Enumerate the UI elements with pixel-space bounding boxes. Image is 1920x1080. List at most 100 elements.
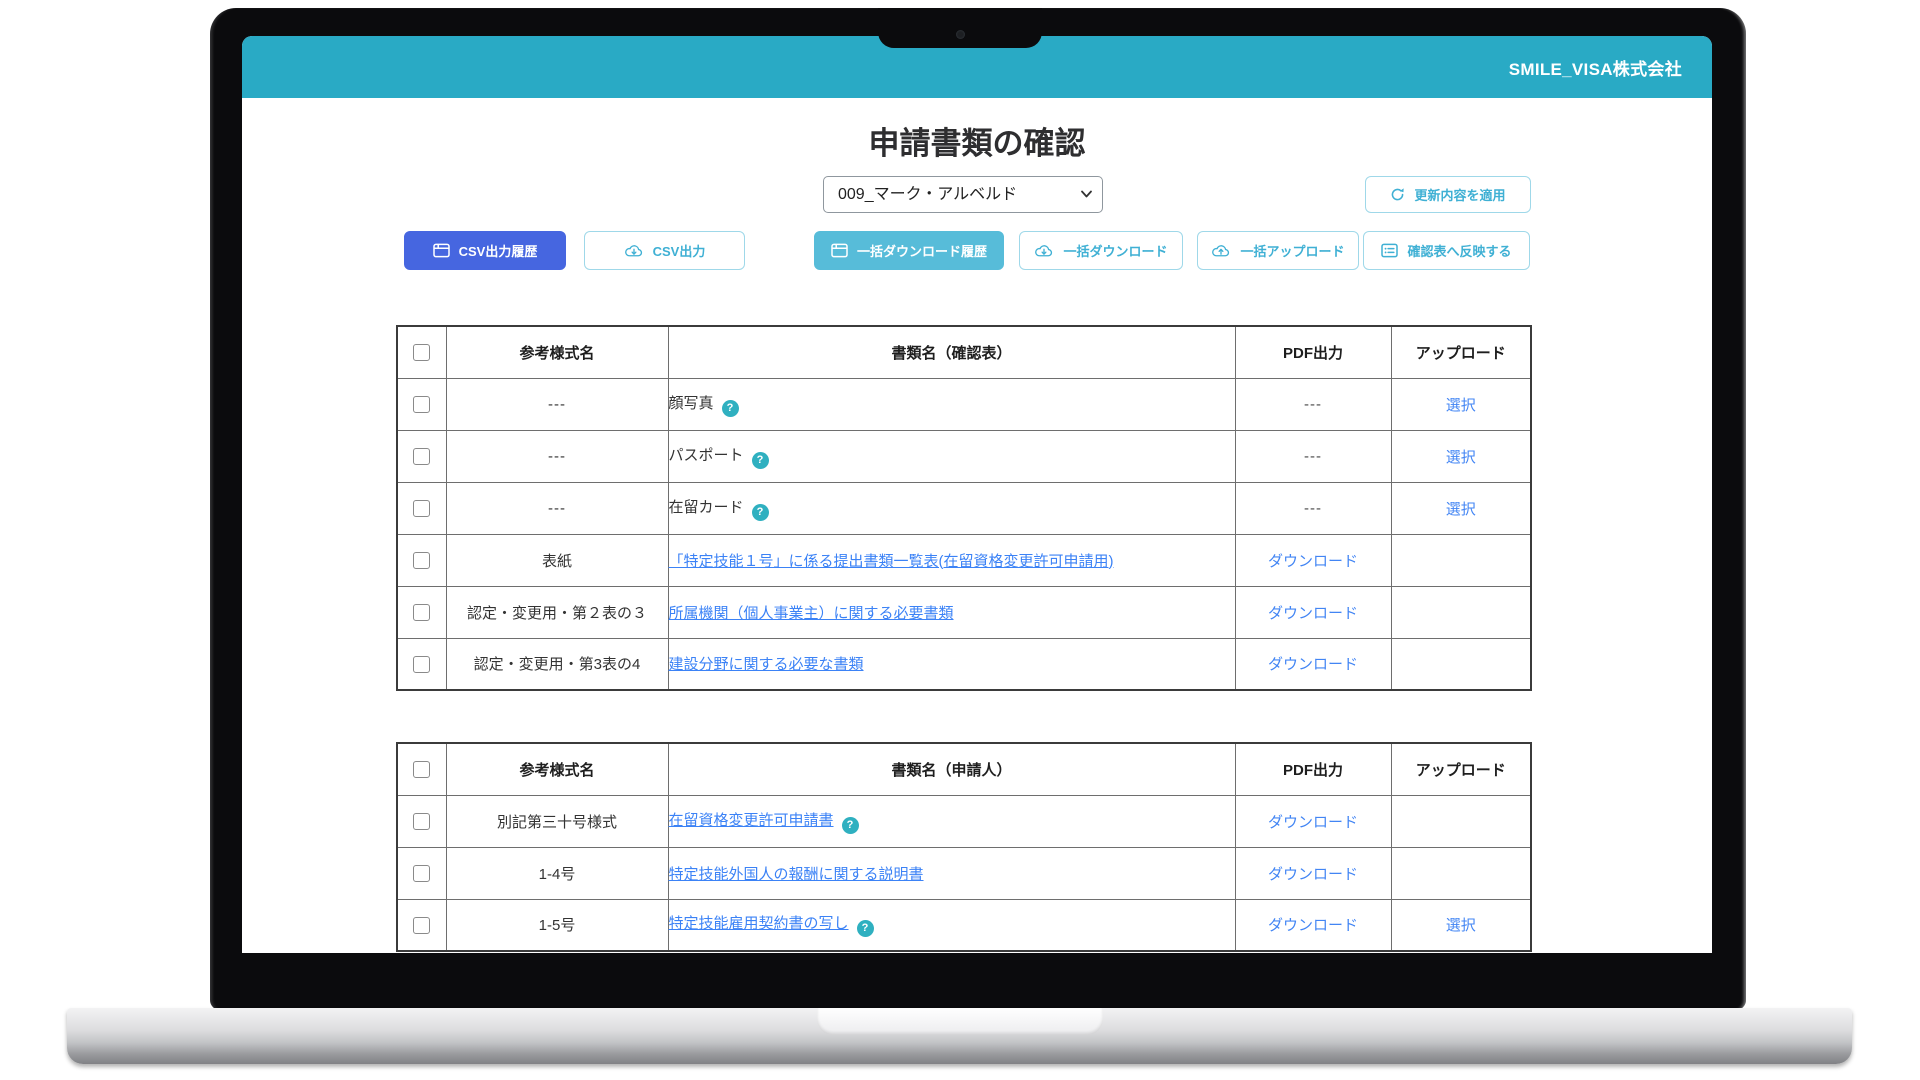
upload-cell bbox=[1391, 638, 1531, 690]
row-checkbox-cell bbox=[397, 534, 446, 586]
refresh-icon bbox=[1390, 187, 1405, 202]
page-title: 申請書類の確認 bbox=[242, 118, 1712, 163]
window-icon bbox=[433, 243, 450, 258]
document-name: 顔写真 bbox=[669, 395, 714, 412]
row-checkbox[interactable] bbox=[413, 396, 430, 413]
form-name-cell: 1-4号 bbox=[446, 847, 668, 899]
laptop-base bbox=[67, 1008, 1852, 1064]
select-all-checkbox[interactable] bbox=[413, 761, 430, 778]
csv-output-history-label: CSV出力履歴 bbox=[459, 241, 538, 260]
pdf-output-cell: ダウンロード bbox=[1235, 638, 1391, 690]
help-icon[interactable]: ? bbox=[752, 504, 769, 521]
row-checkbox[interactable] bbox=[413, 656, 430, 673]
batch-download-button[interactable]: 一括ダウンロード bbox=[1019, 231, 1183, 270]
column-header: アップロード bbox=[1391, 743, 1531, 795]
pdf-output-cell: --- bbox=[1235, 482, 1391, 534]
pdf-none: --- bbox=[1304, 500, 1322, 517]
column-header: PDF出力 bbox=[1235, 743, 1391, 795]
row-checkbox[interactable] bbox=[413, 917, 430, 934]
help-icon[interactable]: ? bbox=[857, 920, 874, 937]
column-header: 書類名（確認表） bbox=[668, 326, 1235, 378]
table-row: ---在留カード?---選択 bbox=[397, 482, 1531, 534]
csv-output-history-button[interactable]: CSV出力履歴 bbox=[404, 231, 566, 270]
pdf-output-cell: ダウンロード bbox=[1235, 586, 1391, 638]
pdf-output-cell: ダウンロード bbox=[1235, 795, 1391, 847]
screenshot-stage: SMILE_VISA株式会社 申請書類の確認 009_マーク・アルベルド 更新内… bbox=[0, 0, 1920, 1080]
table-row: 1-4号特定技能外国人の報酬に関する説明書 ダウンロード bbox=[397, 847, 1531, 899]
table-row: 認定・変更用・第２表の３所属機関（個人事業主）に関する必要書類 ダウンロード bbox=[397, 586, 1531, 638]
applicant-select[interactable]: 009_マーク・アルベルド bbox=[823, 176, 1103, 213]
webcam-icon bbox=[956, 30, 965, 39]
select-file-link[interactable]: 選択 bbox=[1446, 501, 1476, 518]
row-checkbox-cell bbox=[397, 378, 446, 430]
row-checkbox-cell bbox=[397, 638, 446, 690]
document-name-link[interactable]: 在留資格変更許可申請書 bbox=[669, 812, 834, 829]
reflect-to-checklist-label: 確認表へ反映する bbox=[1407, 241, 1511, 260]
select-file-link[interactable]: 選択 bbox=[1446, 917, 1476, 934]
select-file-link[interactable]: 選択 bbox=[1446, 449, 1476, 466]
batch-upload-label: 一括アップロード bbox=[1240, 241, 1344, 260]
help-icon[interactable]: ? bbox=[722, 400, 739, 417]
documents-table-applicant: 参考様式名書類名（申請人）PDF出力アップロード別記第三十号様式在留資格変更許可… bbox=[396, 742, 1532, 952]
help-icon[interactable]: ? bbox=[752, 452, 769, 469]
csv-output-button[interactable]: CSV出力 bbox=[584, 231, 745, 270]
document-name-cell: 「特定技能１号」に係る提出書類一覧表(在留資格変更許可申請用) bbox=[668, 534, 1235, 586]
upload-cell: 選択 bbox=[1391, 899, 1531, 951]
download-link[interactable]: ダウンロード bbox=[1268, 814, 1358, 831]
company-name: SMILE_VISA株式会社 bbox=[1509, 55, 1682, 80]
laptop-notch bbox=[878, 8, 1042, 48]
pdf-output-cell: --- bbox=[1235, 430, 1391, 482]
row-checkbox[interactable] bbox=[413, 813, 430, 830]
download-link[interactable]: ダウンロード bbox=[1268, 866, 1358, 883]
document-name-link[interactable]: 所属機関（個人事業主）に関する必要書類 bbox=[669, 605, 954, 622]
select-all-checkbox[interactable] bbox=[413, 344, 430, 361]
row-checkbox-cell bbox=[397, 430, 446, 482]
browser-page: SMILE_VISA株式会社 申請書類の確認 009_マーク・アルベルド 更新内… bbox=[242, 36, 1712, 953]
pdf-none: --- bbox=[1304, 448, 1322, 465]
document-name-cell: 在留資格変更許可申請書? bbox=[668, 795, 1235, 847]
row-checkbox-cell bbox=[397, 899, 446, 951]
document-name: パスポート bbox=[669, 447, 744, 464]
download-link[interactable]: ダウンロード bbox=[1268, 917, 1358, 934]
download-link[interactable]: ダウンロード bbox=[1268, 656, 1358, 673]
row-checkbox[interactable] bbox=[413, 865, 430, 882]
row-checkbox[interactable] bbox=[413, 500, 430, 517]
download-link[interactable]: ダウンロード bbox=[1268, 553, 1358, 570]
document-name-link[interactable]: 特定技能外国人の報酬に関する説明書 bbox=[669, 866, 924, 883]
table-row: 認定・変更用・第3表の4建設分野に関する必要な書類 ダウンロード bbox=[397, 638, 1531, 690]
row-checkbox[interactable] bbox=[413, 552, 430, 569]
batch-upload-button[interactable]: 一括アップロード bbox=[1197, 231, 1359, 270]
upload-cell bbox=[1391, 586, 1531, 638]
form-name-cell: 認定・変更用・第２表の３ bbox=[446, 586, 668, 638]
column-header: アップロード bbox=[1391, 326, 1531, 378]
document-name-link[interactable]: 特定技能雇用契約書の写し bbox=[669, 915, 849, 932]
apply-updates-button[interactable]: 更新内容を適用 bbox=[1365, 176, 1531, 213]
window-icon bbox=[831, 243, 848, 258]
upload-cell bbox=[1391, 534, 1531, 586]
select-all-cell bbox=[397, 743, 446, 795]
upload-cell bbox=[1391, 795, 1531, 847]
column-header: 書類名（申請人） bbox=[668, 743, 1235, 795]
form-name-cell: --- bbox=[446, 430, 668, 482]
form-name-cell: 認定・変更用・第3表の4 bbox=[446, 638, 668, 690]
pdf-output-cell: --- bbox=[1235, 378, 1391, 430]
pdf-output-cell: ダウンロード bbox=[1235, 899, 1391, 951]
csv-output-label: CSV出力 bbox=[653, 241, 706, 260]
table-row: ---顔写真?---選択 bbox=[397, 378, 1531, 430]
document-name-link[interactable]: 建設分野に関する必要な書類 bbox=[669, 656, 864, 673]
document-name-link[interactable]: 「特定技能１号」に係る提出書類一覧表(在留資格変更許可申請用) bbox=[669, 553, 1114, 570]
help-icon[interactable]: ? bbox=[842, 817, 859, 834]
download-link[interactable]: ダウンロード bbox=[1268, 605, 1358, 622]
form-name-cell: 別記第三十号様式 bbox=[446, 795, 668, 847]
document-name: 在留カード bbox=[669, 499, 744, 516]
batch-download-history-label: 一括ダウンロード履歴 bbox=[857, 241, 987, 260]
select-file-link[interactable]: 選択 bbox=[1446, 397, 1476, 414]
batch-download-label: 一括ダウンロード bbox=[1063, 241, 1167, 260]
document-name-cell: 在留カード? bbox=[668, 482, 1235, 534]
batch-download-history-button[interactable]: 一括ダウンロード履歴 bbox=[814, 231, 1004, 270]
reflect-to-checklist-button[interactable]: 確認表へ反映する bbox=[1363, 231, 1530, 270]
row-checkbox[interactable] bbox=[413, 604, 430, 621]
row-checkbox[interactable] bbox=[413, 448, 430, 465]
document-name-cell: 特定技能外国人の報酬に関する説明書 bbox=[668, 847, 1235, 899]
laptop-lid-scoop bbox=[817, 1008, 1103, 1035]
